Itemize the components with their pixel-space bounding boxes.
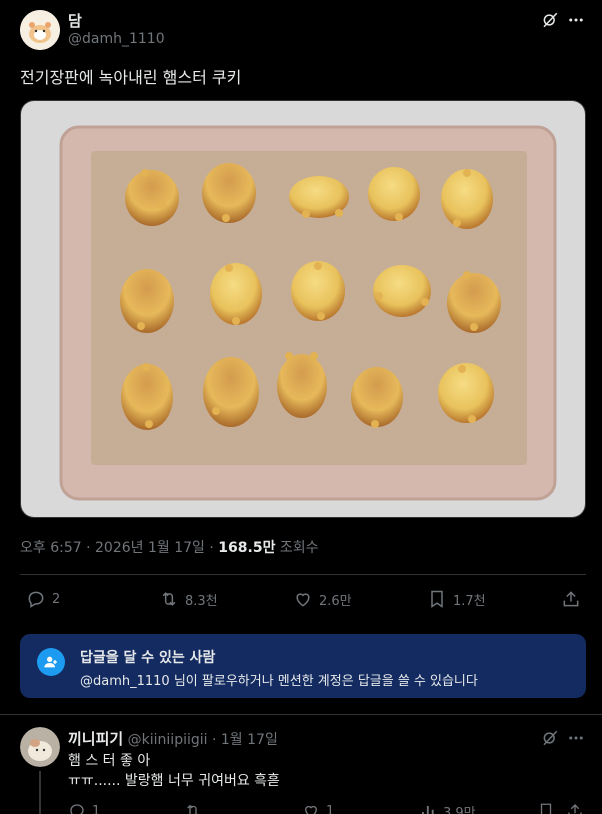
author-name[interactable]: 담 (68, 10, 82, 31)
post-time[interactable]: 오후 6:57 (20, 540, 82, 556)
meta-separator: · (209, 540, 214, 556)
reply-views-button[interactable]: 3.9만 (419, 802, 476, 814)
reply-permission-notice: 답글을 달 수 있는 사람 @damh_1110 님이 팔로우하거나 멘션한 계… (20, 634, 586, 698)
reply-author-avatar[interactable] (20, 727, 60, 767)
reply-icon (68, 802, 86, 814)
cookie (120, 269, 174, 333)
reply-button[interactable]: 2 (26, 589, 60, 609)
more-icon[interactable] (566, 728, 586, 748)
divider (20, 574, 586, 575)
more-icon[interactable] (566, 10, 586, 30)
like-icon (293, 589, 313, 609)
post-meta: 오후 6:57 · 2026년 1월 17일 · 168.5만 조회수 (20, 537, 319, 557)
meta-separator: · (211, 732, 217, 748)
reply-like-button[interactable]: 1 (302, 802, 334, 814)
like-count: 2.6만 (319, 593, 352, 609)
bookmark-icon (537, 802, 555, 814)
grok-icon[interactable] (540, 10, 560, 30)
notice-body-text: 님이 팔로우하거나 멘션한 계정은 답글을 쓸 수 있습니다 (169, 674, 478, 689)
bookmark-button[interactable]: 1.7천 (427, 589, 486, 609)
reply-text-line1: 햄 스 터 좋 아 (68, 753, 151, 769)
cookie (289, 176, 349, 218)
views-label: 조회수 (279, 540, 319, 556)
grok-icon[interactable] (540, 728, 560, 748)
reply-count: 2 (52, 591, 61, 607)
divider (0, 714, 602, 715)
reply-like-count: 1 (326, 803, 335, 814)
reply-reply-button[interactable]: 1 (68, 802, 100, 814)
cookie (441, 169, 493, 229)
reply-thread-line (39, 771, 41, 814)
cookie (368, 167, 420, 221)
like-button[interactable]: 2.6만 (293, 589, 352, 609)
post-date[interactable]: 2026년 1월 17일 (95, 540, 205, 556)
cookie (202, 163, 256, 223)
views-icon (419, 803, 437, 814)
cookie (373, 265, 431, 317)
post-image[interactable] (20, 100, 586, 518)
notice-body: @damh_1110 님이 팔로우하거나 멘션한 계정은 답글을 쓸 수 있습니… (80, 670, 478, 689)
notice-title: 답글을 달 수 있는 사람 (80, 650, 216, 666)
share-button[interactable] (561, 589, 581, 609)
share-icon (561, 589, 581, 609)
reply-author-handle[interactable]: @kiiniipiigii (128, 732, 208, 748)
repost-icon (159, 589, 179, 609)
reply-author-name[interactable]: 끼니피기 (68, 730, 123, 748)
reply-icon (26, 589, 46, 609)
person-icon (37, 648, 65, 676)
meta-separator: · (86, 540, 91, 556)
post-text: 전기장판에 녹아내린 햄스터 쿠키 (20, 68, 242, 87)
share-icon (566, 802, 584, 814)
cookie (291, 261, 345, 321)
like-icon (302, 802, 320, 814)
repost-button[interactable]: 8.3천 (159, 589, 218, 609)
reply-bookmark-button[interactable] (537, 802, 555, 814)
reply-views-count: 3.9만 (443, 806, 476, 814)
repost-icon (184, 802, 202, 814)
reply-reply-count: 1 (92, 803, 101, 814)
views-count: 168.5만 (218, 540, 276, 556)
notice-handle-link[interactable]: @damh_1110 (80, 674, 170, 689)
bookmark-icon (427, 589, 447, 609)
author-avatar[interactable] (20, 10, 60, 50)
reply-repost-button[interactable] (184, 802, 202, 814)
repost-count: 8.3천 (185, 593, 218, 609)
cookie (203, 357, 259, 427)
reply-date[interactable]: 1월 17일 (221, 732, 278, 748)
reply-share-button[interactable] (566, 802, 584, 814)
author-handle[interactable]: @damh_1110 (68, 31, 165, 47)
reply-header: 끼니피기 @kiiniipiigii · 1월 17일 (68, 728, 278, 749)
reply-text-line2: ㅠㅠ...... 발랑햄 너무 귀여버요 흑흗 (68, 773, 280, 789)
bookmark-count: 1.7천 (453, 593, 486, 609)
cookie (438, 363, 494, 423)
cookie (210, 263, 262, 325)
